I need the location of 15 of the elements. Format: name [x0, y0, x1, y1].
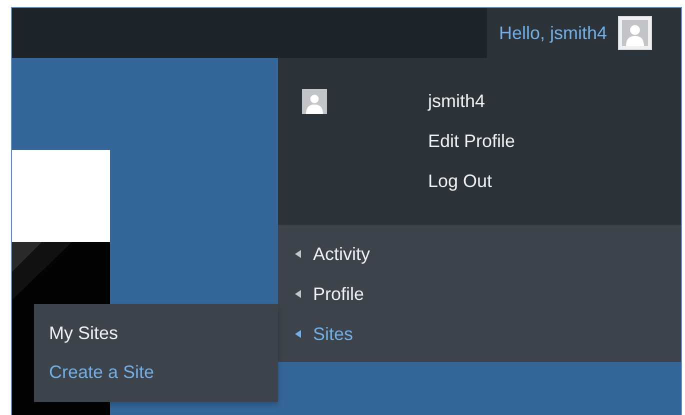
avatar-icon — [302, 89, 327, 114]
caret-icon — [295, 290, 301, 298]
username-link[interactable]: jsmith4 — [428, 81, 516, 121]
menu-item[interactable]: Profile — [278, 274, 364, 314]
avatar-icon — [618, 16, 652, 50]
caret-icon — [295, 250, 301, 258]
menu-link[interactable]: Edit Profile — [428, 121, 516, 161]
menu-item[interactable]: Activity — [278, 234, 370, 274]
caret-icon — [295, 330, 301, 338]
account-menu-toggle[interactable]: Hello, jsmith4 — [487, 8, 681, 58]
submenu-item[interactable]: My Sites — [49, 314, 118, 353]
menu-item[interactable]: Sites — [278, 314, 354, 354]
menu-link[interactable]: Log Out — [428, 161, 516, 201]
submenu-item[interactable]: Create a Site — [49, 353, 154, 392]
greeting-text: Hello, jsmith4 — [499, 22, 608, 44]
